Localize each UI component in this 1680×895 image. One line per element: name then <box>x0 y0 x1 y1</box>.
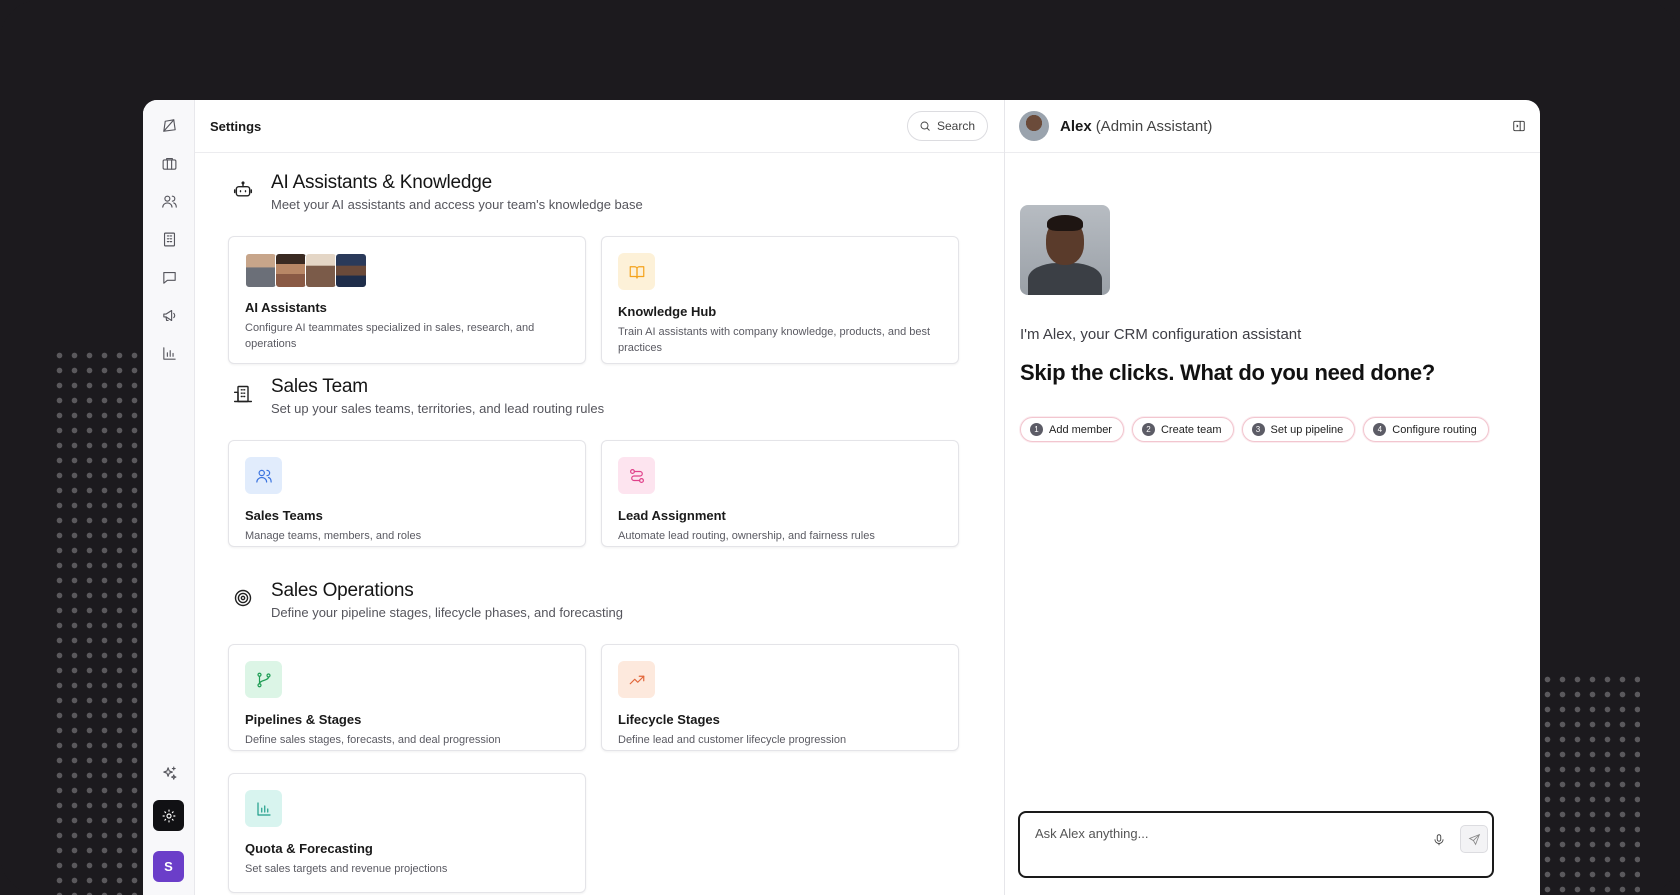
card-title: Sales Teams <box>245 508 323 523</box>
card-pipelines-stages[interactable]: Pipelines & Stages Define sales stages, … <box>228 644 586 751</box>
sidebar-rail: S <box>143 100 195 895</box>
card-title: AI Assistants <box>245 300 327 315</box>
card-description: Define sales stages, forecasts, and deal… <box>245 734 501 746</box>
assistant-avatar <box>275 253 307 288</box>
section-title: AI Assistants & Knowledge <box>271 172 493 193</box>
reports-icon[interactable] <box>156 340 182 366</box>
dot-pattern-right <box>1540 672 1640 895</box>
card-description: Manage teams, members, and roles <box>245 530 422 542</box>
card-title: Quota & Forecasting <box>245 841 373 856</box>
settings-header: Settings Search <box>195 100 1004 153</box>
assistant-chat-panel: Alex (Admin Assistant) I'm Alex, your CR… <box>1005 100 1540 895</box>
card-description: Train AI assistants with company knowled… <box>618 326 931 354</box>
target-icon <box>233 588 253 608</box>
book-icon <box>618 253 655 290</box>
bar-chart-icon <box>245 790 282 827</box>
search-button[interactable]: Search <box>906 111 988 141</box>
panel-toggle-icon[interactable] <box>1512 119 1526 133</box>
chip-set-up-pipeline[interactable]: 3 Set up pipeline <box>1241 417 1356 442</box>
assistant-name: Alex <box>1060 117 1092 135</box>
chat-composer <box>1018 811 1494 878</box>
route-icon <box>618 457 655 494</box>
card-description: Automate lead routing, ownership, and fa… <box>618 530 875 542</box>
card-knowledge-hub[interactable]: Knowledge Hub Train AI assistants with c… <box>601 236 959 364</box>
section-sales-operations: Sales Operations Define your pipeline st… <box>228 580 963 893</box>
card-title: Knowledge Hub <box>618 304 717 319</box>
assistant-avatar-stack <box>245 253 569 288</box>
section-subtitle: Define your pipeline stages, lifecycle p… <box>271 605 623 620</box>
briefcase-icon[interactable] <box>156 150 182 176</box>
assistant-avatar <box>1019 111 1049 141</box>
send-icon <box>1468 833 1480 845</box>
trend-icon <box>618 661 655 698</box>
section-subtitle: Set up your sales teams, territories, an… <box>271 401 605 416</box>
card-lead-assignment[interactable]: Lead Assignment Automate lead routing, o… <box>601 440 959 547</box>
assistant-headline: Skip the clicks. What do you need done? <box>1020 360 1435 385</box>
card-title: Pipelines & Stages <box>245 712 362 727</box>
user-avatar[interactable]: S <box>153 851 184 882</box>
card-quota-forecasting[interactable]: Quota & Forecasting Set sales targets an… <box>228 773 586 893</box>
card-sales-teams[interactable]: Sales Teams Manage teams, members, and r… <box>228 440 586 547</box>
chip-number: 4 <box>1373 423 1387 436</box>
message-icon[interactable] <box>156 264 182 290</box>
search-icon <box>920 121 930 131</box>
office-icon <box>233 384 253 404</box>
gear-icon <box>162 809 175 822</box>
logo-icon[interactable] <box>156 112 182 138</box>
card-ai-assistants[interactable]: AI Assistants Configure AI teammates spe… <box>228 236 586 364</box>
settings-button[interactable] <box>153 800 184 831</box>
branch-icon <box>245 661 282 698</box>
users-icon <box>245 457 282 494</box>
chip-number: 3 <box>1251 423 1265 436</box>
assistant-role: (Admin Assistant) <box>1095 117 1213 135</box>
chip-label: Create team <box>1160 423 1222 436</box>
contacts-icon[interactable] <box>156 188 182 214</box>
settings-main: Settings Search AI Assistants & Knowledg… <box>195 100 1005 895</box>
section-ai-assistants: AI Assistants & Knowledge Meet your AI a… <box>228 172 963 364</box>
chip-add-member[interactable]: 1 Add member <box>1020 417 1124 442</box>
app-window: S Settings Search AI Assistants & Knowle… <box>143 100 1540 895</box>
chip-number: 2 <box>1141 423 1155 436</box>
suggestion-chips: 1 Add member 2 Create team 3 Set up pipe… <box>1020 417 1489 442</box>
card-lifecycle-stages[interactable]: Lifecycle Stages Define lead and custome… <box>601 644 959 751</box>
chip-create-team[interactable]: 2 Create team <box>1131 417 1234 442</box>
chip-label: Add member <box>1049 423 1112 436</box>
microphone-icon[interactable] <box>1432 833 1446 847</box>
section-subtitle: Meet your AI assistants and access your … <box>271 197 643 212</box>
megaphone-icon[interactable] <box>156 302 182 328</box>
assistant-intro: I'm Alex, your CRM configuration assista… <box>1020 326 1302 343</box>
card-description: Configure AI teammates specialized in sa… <box>245 322 535 350</box>
section-title: Sales Team <box>271 376 368 397</box>
chat-input[interactable] <box>1035 826 1415 841</box>
card-title: Lifecycle Stages <box>618 712 720 727</box>
dot-pattern-left <box>52 348 144 895</box>
chip-label: Configure routing <box>1392 423 1477 436</box>
card-description: Set sales targets and revenue projection… <box>245 863 448 875</box>
assistant-avatar <box>335 253 367 288</box>
search-label: Search <box>936 119 975 133</box>
page-title: Settings <box>210 118 262 134</box>
card-description: Define lead and customer lifecycle progr… <box>618 734 847 746</box>
bot-icon <box>233 180 253 200</box>
section-sales-team: Sales Team Set up your sales teams, terr… <box>228 376 963 547</box>
assistant-avatar <box>245 253 277 288</box>
chat-header: Alex (Admin Assistant) <box>1005 100 1540 153</box>
send-button[interactable] <box>1460 825 1488 853</box>
section-title: Sales Operations <box>271 580 414 601</box>
chip-configure-routing[interactable]: 4 Configure routing <box>1363 417 1489 442</box>
assistant-avatar <box>305 253 337 288</box>
chip-number: 1 <box>1030 423 1043 436</box>
chip-label: Set up pipeline <box>1270 423 1344 436</box>
sparkles-icon[interactable] <box>156 760 182 786</box>
card-title: Lead Assignment <box>618 508 726 523</box>
building-icon[interactable] <box>156 226 182 252</box>
assistant-photo <box>1020 205 1110 295</box>
